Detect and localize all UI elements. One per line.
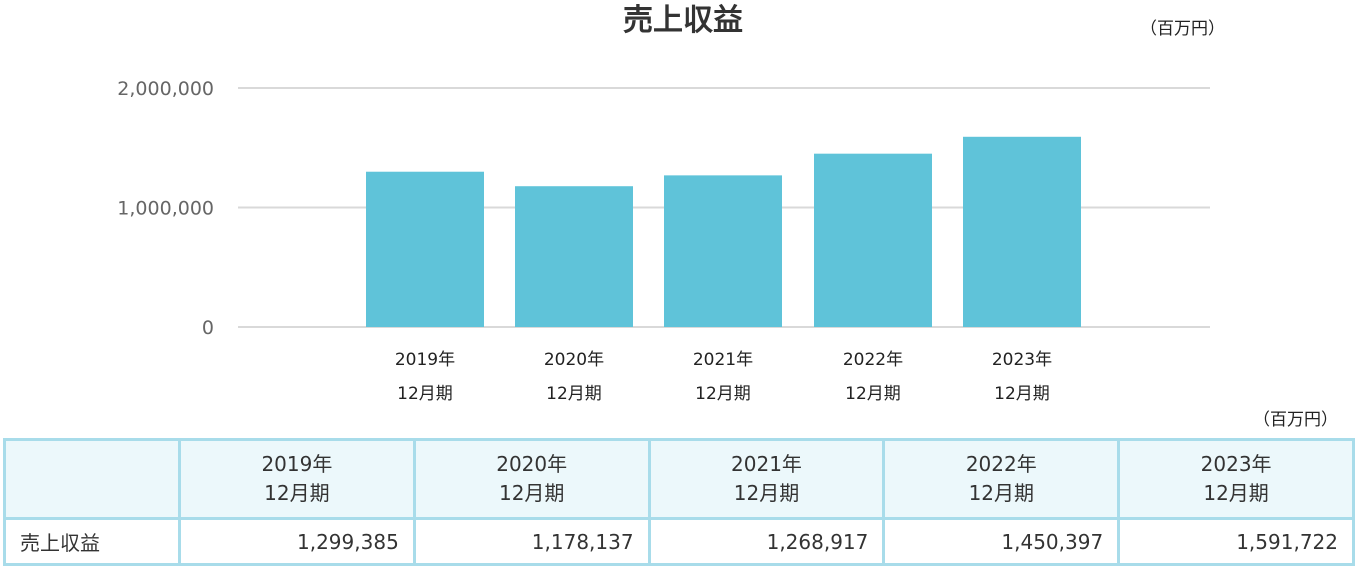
- table-unit-label: （百万円）: [1253, 410, 1338, 430]
- header-period: 12月期: [498, 481, 565, 505]
- header-period: 12月期: [968, 481, 1035, 505]
- table-header-row: 2019年 12月期 2020年 12月期 2021年 12月期 2022年 12月期 …: [3, 438, 1355, 520]
- table-header-cell: 2019年 12月期: [178, 438, 416, 520]
- table-header-cell: 2021年 12月期: [647, 438, 886, 520]
- x-tick-label: 2023年: [992, 350, 1052, 370]
- chart-unit-label: （百万円）: [1140, 19, 1225, 39]
- header-year: 2020年: [496, 452, 568, 476]
- header-year: 2022年: [965, 452, 1037, 476]
- header-year: 2019年: [261, 452, 333, 476]
- x-tick-label: 12月期: [695, 384, 751, 404]
- bar: [515, 186, 633, 327]
- x-tick-label: 2019年: [395, 350, 455, 370]
- bars: [366, 136, 1081, 327]
- x-tick-label: 12月期: [546, 384, 602, 404]
- revenue-table: 2019年 12月期 2020年 12月期 2021年 12月期 2022年 12月期 …: [3, 438, 1355, 566]
- x-tick-label: 12月期: [397, 384, 453, 404]
- table-header-cell: 2023年 12月期: [1117, 438, 1355, 520]
- chart-title: 売上収益: [623, 3, 743, 38]
- y-tick-label: 0: [202, 317, 214, 339]
- table-header-cell: 2020年 12月期: [412, 438, 651, 520]
- x-tick-label: 2022年: [843, 350, 903, 370]
- table-cell: 1,268,917: [647, 517, 886, 566]
- table-cell: 1,591,722: [1117, 517, 1355, 566]
- header-year: 2023年: [1200, 452, 1272, 476]
- header-period: 12月期: [1203, 481, 1269, 505]
- table-row: 売上収益 1,299,385 1,178,137 1,268,917 1,450…: [3, 517, 1355, 566]
- table-cell: 1,299,385: [178, 517, 416, 566]
- row-label: 売上収益: [3, 517, 181, 566]
- x-axis-ticks: 2019年 12月期 2020年 12月期 2021年 12月期 2022年 12月期 2023…: [395, 350, 1052, 404]
- table-cell: 1,450,397: [882, 517, 1121, 566]
- bar: [814, 153, 932, 327]
- bar: [664, 175, 782, 327]
- y-tick-label: 2,000,000: [117, 78, 214, 100]
- x-tick-label: 2020年: [544, 350, 604, 370]
- x-tick-label: 12月期: [994, 384, 1050, 404]
- bar: [963, 136, 1081, 327]
- header-period: 12月期: [264, 481, 330, 505]
- y-axis-ticks: 0 1,000,000 2,000,000: [117, 78, 214, 339]
- table-corner-cell: [3, 438, 181, 520]
- header-year: 2021年: [731, 452, 802, 476]
- x-tick-label: 2021年: [693, 350, 753, 370]
- header-period: 12月期: [733, 481, 800, 505]
- revenue-bar-chart: 売上収益 （百万円） 0 1,000,000 2,000,000 2019年 12月期…: [117, 3, 1225, 404]
- y-tick-label: 1,000,000: [117, 198, 214, 220]
- bar: [366, 171, 484, 327]
- table-header-cell: 2022年 12月期: [882, 438, 1121, 520]
- x-tick-label: 12月期: [845, 384, 901, 404]
- table-cell: 1,178,137: [412, 517, 651, 566]
